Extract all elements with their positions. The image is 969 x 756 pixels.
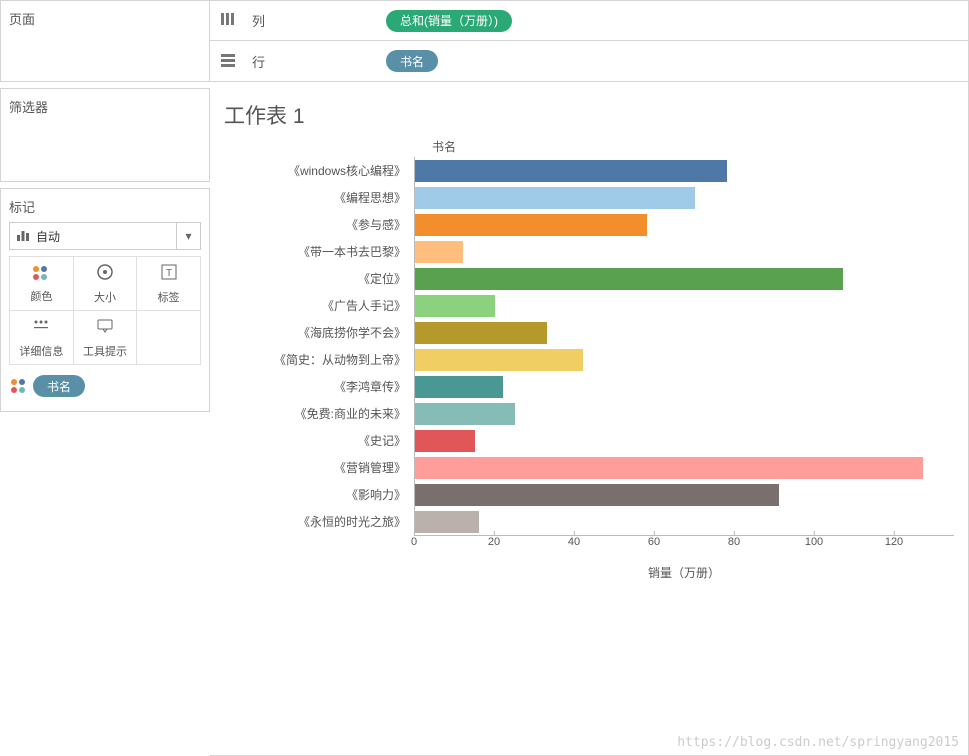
sheet-title: 工作表 1 bbox=[224, 100, 954, 130]
filters-title: 筛选器 bbox=[9, 97, 201, 116]
bar-row bbox=[415, 427, 954, 454]
bar[interactable] bbox=[415, 484, 779, 506]
axis-tick: 100 bbox=[805, 536, 823, 548]
bar[interactable] bbox=[415, 295, 495, 317]
category-label: 《windows核心编程》 bbox=[224, 157, 414, 184]
bar[interactable] bbox=[415, 214, 647, 236]
color-encoding-pill[interactable]: 书名 bbox=[33, 375, 85, 397]
category-label: 《海底捞你学不会》 bbox=[224, 319, 414, 346]
bar-row bbox=[415, 292, 954, 319]
bar[interactable] bbox=[415, 160, 727, 182]
chart: 书名 《windows核心编程》《编程思想》《参与感》《带一本书去巴黎》《定位》… bbox=[224, 138, 954, 575]
bar[interactable] bbox=[415, 268, 843, 290]
bar-row bbox=[415, 373, 954, 400]
marks-tooltip-label: 工具提示 bbox=[83, 343, 127, 359]
mark-type-dropdown[interactable]: 自动 ▾ bbox=[9, 222, 201, 250]
category-label: 《影响力》 bbox=[224, 481, 414, 508]
bar[interactable] bbox=[415, 403, 515, 425]
rows-icon bbox=[220, 53, 238, 70]
category-label: 《营销管理》 bbox=[224, 454, 414, 481]
axis-tick: 20 bbox=[488, 536, 500, 548]
columns-icon bbox=[220, 12, 238, 29]
bar[interactable] bbox=[415, 376, 503, 398]
marks-panel: 标记 自动 ▾ 颜色 大小 bbox=[0, 188, 210, 412]
color-icon bbox=[31, 264, 51, 284]
bar[interactable] bbox=[415, 322, 547, 344]
bars-container bbox=[415, 157, 954, 535]
category-label: 《李鸿章传》 bbox=[224, 373, 414, 400]
bar[interactable] bbox=[415, 241, 463, 263]
visualization-area: 工作表 1 书名 《windows核心编程》《编程思想》《参与感》《带一本书去巴… bbox=[210, 82, 969, 756]
marks-size-button[interactable]: 大小 bbox=[74, 257, 138, 311]
category-label: 《定位》 bbox=[224, 265, 414, 292]
rows-shelf-label: 行 bbox=[252, 52, 372, 71]
axis-tick: 40 bbox=[568, 536, 580, 548]
bar-row bbox=[415, 454, 954, 481]
watermark: https://blog.csdn.net/springyang2015 bbox=[677, 735, 959, 750]
pages-panel: 页面 bbox=[0, 0, 210, 82]
axis-tick: 80 bbox=[728, 536, 740, 548]
bar[interactable] bbox=[415, 187, 695, 209]
bar[interactable] bbox=[415, 457, 923, 479]
x-axis: 020406080100120 销量（万册） bbox=[414, 535, 954, 575]
rows-shelf[interactable]: 行 书名 bbox=[210, 41, 969, 82]
axis-tick: 0 bbox=[411, 536, 417, 548]
columns-shelf[interactable]: 列 总和(销量（万册）) bbox=[210, 0, 969, 41]
marks-empty-cell bbox=[137, 311, 201, 365]
category-label: 《史记》 bbox=[224, 427, 414, 454]
size-icon bbox=[95, 262, 115, 285]
bar-row bbox=[415, 211, 954, 238]
color-icon bbox=[9, 377, 27, 395]
marks-color-button[interactable]: 颜色 bbox=[10, 257, 74, 311]
text-icon: T bbox=[159, 262, 179, 285]
bar[interactable] bbox=[415, 349, 583, 371]
bar-row bbox=[415, 238, 954, 265]
category-label: 《广告人手记》 bbox=[224, 292, 414, 319]
category-label: 《永恒的时光之旅》 bbox=[224, 508, 414, 535]
category-label: 《免费:商业的未来》 bbox=[224, 400, 414, 427]
category-label: 《带一本书去巴黎》 bbox=[224, 238, 414, 265]
marks-tooltip-button[interactable]: 工具提示 bbox=[74, 311, 138, 365]
rows-pill[interactable]: 书名 bbox=[386, 50, 438, 72]
filters-panel: 筛选器 bbox=[0, 88, 210, 182]
bar-row bbox=[415, 157, 954, 184]
columns-shelf-label: 列 bbox=[252, 11, 372, 30]
category-label: 《参与感》 bbox=[224, 211, 414, 238]
category-labels: 《windows核心编程》《编程思想》《参与感》《带一本书去巴黎》《定位》《广告… bbox=[224, 157, 414, 535]
marks-color-label: 颜色 bbox=[30, 288, 52, 304]
bar-row bbox=[415, 184, 954, 211]
category-label: 《编程思想》 bbox=[224, 184, 414, 211]
bar-row bbox=[415, 319, 954, 346]
mark-type-label: 自动 bbox=[36, 228, 60, 245]
axis-tick: 60 bbox=[648, 536, 660, 548]
bar-row bbox=[415, 400, 954, 427]
bar-row bbox=[415, 508, 954, 535]
marks-size-label: 大小 bbox=[94, 289, 116, 305]
category-label: 《简史：从动物到上帝》 bbox=[224, 346, 414, 373]
x-axis-label: 销量（万册） bbox=[648, 564, 720, 581]
color-encoding-row[interactable]: 书名 bbox=[9, 375, 201, 397]
detail-icon bbox=[31, 316, 51, 339]
category-axis-header: 书名 bbox=[414, 138, 474, 155]
axis-tick: 120 bbox=[885, 536, 903, 548]
marks-label-button[interactable]: T 标签 bbox=[137, 257, 201, 311]
marks-detail-button[interactable]: 详细信息 bbox=[10, 311, 74, 365]
columns-pill[interactable]: 总和(销量（万册）) bbox=[386, 10, 512, 32]
svg-text:T: T bbox=[166, 268, 172, 279]
bar-chart-icon bbox=[16, 228, 30, 245]
bar-row bbox=[415, 265, 954, 292]
bar-row bbox=[415, 481, 954, 508]
tooltip-icon bbox=[95, 316, 115, 339]
pages-title: 页面 bbox=[9, 9, 201, 28]
marks-title: 标记 bbox=[9, 197, 201, 216]
bar-row bbox=[415, 346, 954, 373]
bar[interactable] bbox=[415, 511, 479, 533]
marks-label-label: 标签 bbox=[158, 289, 180, 305]
marks-detail-label: 详细信息 bbox=[19, 343, 63, 359]
bar[interactable] bbox=[415, 430, 475, 452]
chevron-down-icon: ▾ bbox=[176, 223, 200, 249]
